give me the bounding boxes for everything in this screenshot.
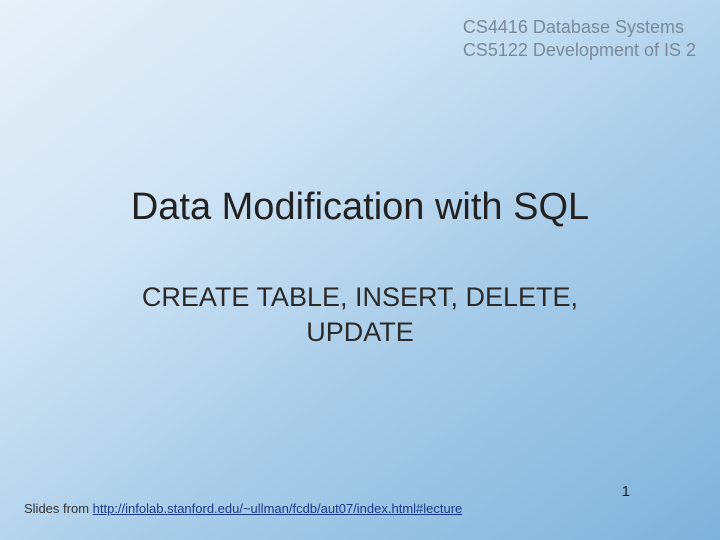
subtitle-line-2: UPDATE: [0, 315, 720, 350]
course-line-1: CS4416 Database Systems: [463, 16, 696, 39]
credit-link[interactable]: http://infolab.stanford.edu/~ullman/fcdb…: [93, 501, 463, 516]
footer-credit: Slides from http://infolab.stanford.edu/…: [24, 501, 462, 516]
course-line-2: CS5122 Development of IS 2: [463, 39, 696, 62]
slide-title: Data Modification with SQL: [0, 186, 720, 229]
credit-prefix: Slides from: [24, 501, 93, 516]
subtitle-line-1: CREATE TABLE, INSERT, DELETE,: [0, 280, 720, 315]
page-number: 1: [622, 483, 630, 500]
slide-subtitle: CREATE TABLE, INSERT, DELETE, UPDATE: [0, 280, 720, 350]
course-info: CS4416 Database Systems CS5122 Developme…: [463, 16, 696, 63]
